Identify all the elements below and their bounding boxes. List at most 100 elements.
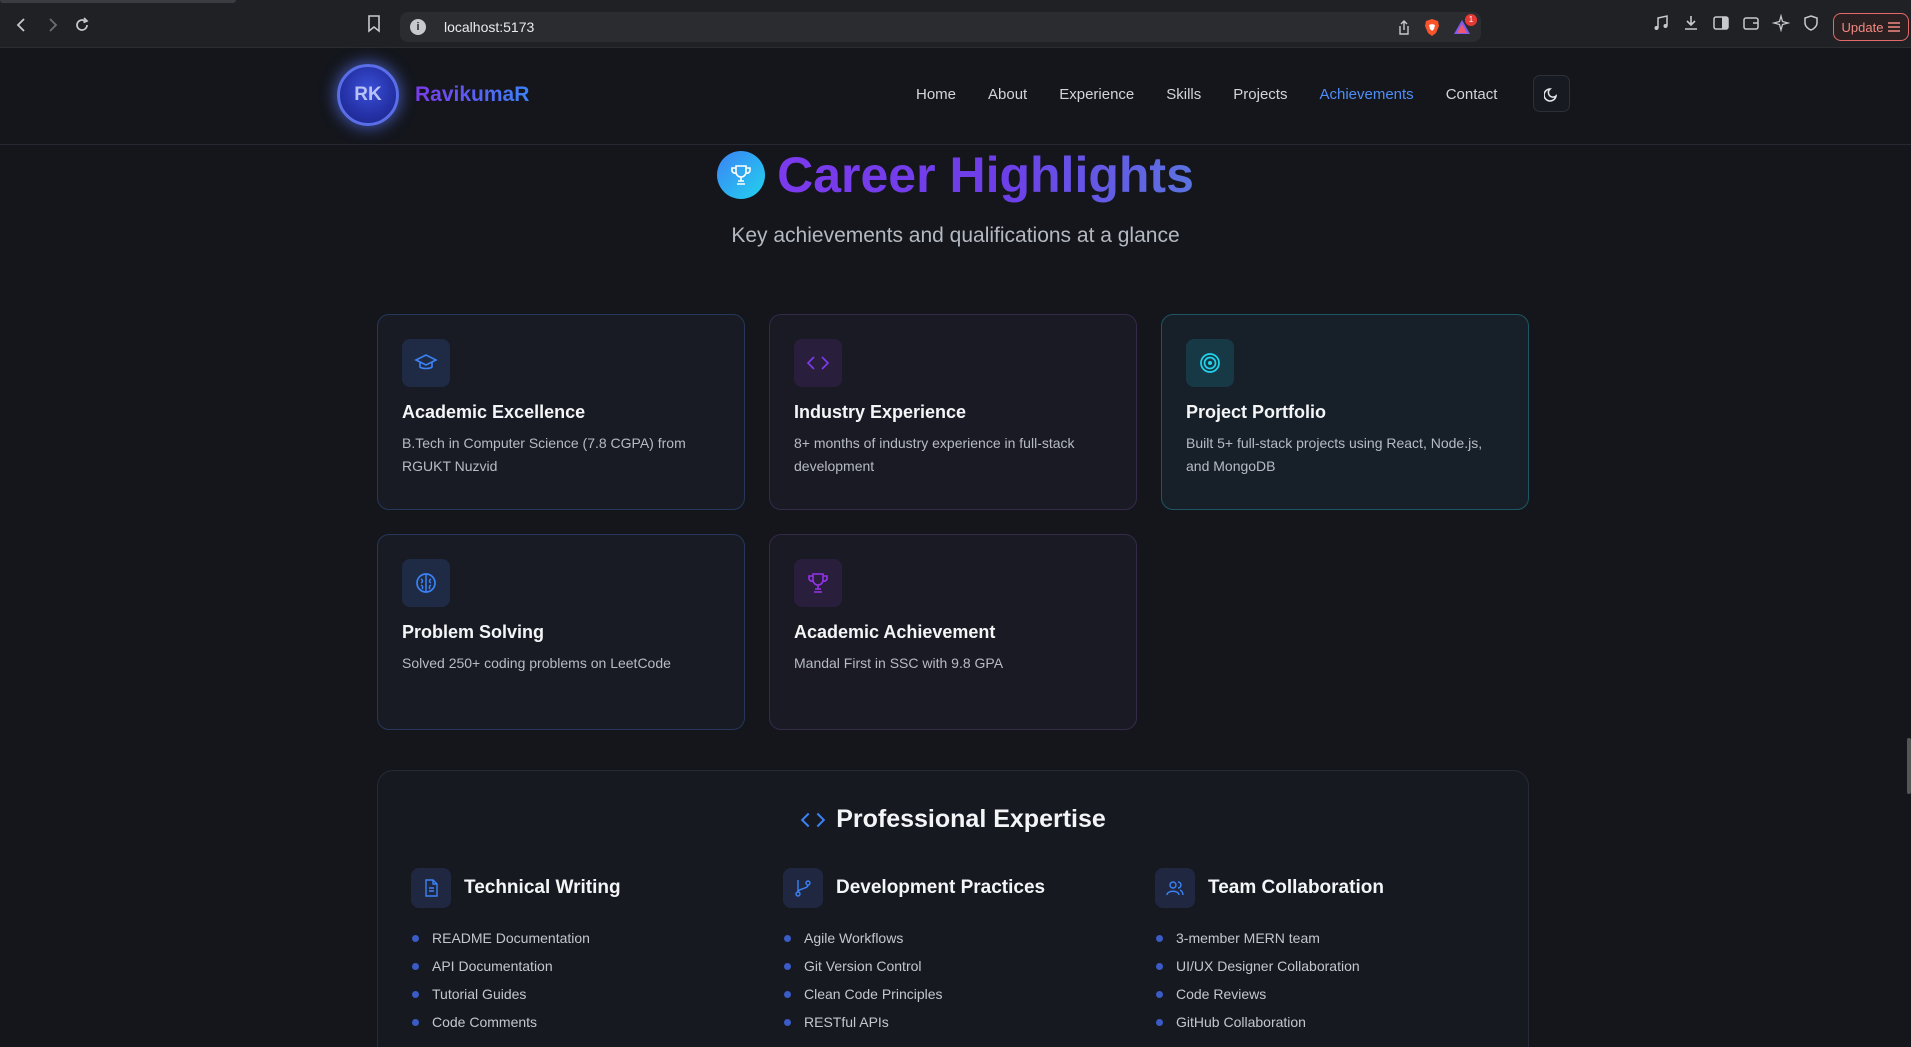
site-header: RK RavikumaR Home About Experience Skill… [0, 48, 1911, 145]
nav-link-experience[interactable]: Experience [1059, 86, 1134, 103]
update-label: Update [1841, 19, 1884, 35]
sidebar-icon[interactable] [1712, 14, 1730, 32]
expertise-column-team-collaboration: Team Collaboration 3-member MERN team UI… [1155, 868, 1485, 1036]
bullet [784, 1018, 791, 1026]
list-item: 3-member MERN team [1155, 924, 1485, 952]
users-icon [1166, 881, 1184, 896]
section-heading: Career Highlights [0, 145, 1911, 205]
media-icon[interactable] [1652, 14, 1670, 32]
column-title: Development Practices [836, 877, 1046, 898]
bookmark-button[interactable] [367, 15, 385, 35]
list-item-text: Code Reviews [1176, 986, 1267, 1002]
nav-link-home[interactable]: Home [916, 86, 956, 103]
back-arrow-icon [16, 18, 25, 32]
browser-tab[interactable] [0, 0, 236, 3]
bullet [1156, 962, 1163, 970]
wallet-icon[interactable] [1742, 14, 1760, 32]
column-icon-box [1155, 868, 1195, 908]
list-item-text: Tutorial Guides [432, 986, 527, 1002]
nav-link-skills[interactable]: Skills [1166, 86, 1201, 103]
skill-list: README Documentation API Documentation T… [411, 924, 741, 1036]
git-branch-icon [795, 880, 811, 897]
column-icon-box [783, 868, 823, 908]
bullet [412, 990, 419, 998]
skill-list: Agile Workflows Git Version Control Clea… [783, 924, 1113, 1036]
theme-toggle-button[interactable] [1533, 75, 1570, 112]
card-title: Project Portfolio [1186, 402, 1327, 422]
document-icon [425, 879, 438, 897]
page-subtitle: Key achievements and qualifications at a… [731, 224, 1180, 247]
highlight-card-problem-solving: Problem Solving Solved 250+ coding probl… [377, 534, 745, 730]
trophy-icon [731, 165, 751, 185]
bullet [784, 990, 791, 998]
nav-link-achievements[interactable]: Achievements [1319, 86, 1413, 103]
professional-expertise-section: Professional Expertise Technical Writing… [377, 770, 1529, 1047]
expertise-column-development-practices: Development Practices Agile Workflows Gi… [783, 868, 1113, 1036]
bookmark-icon [368, 15, 380, 33]
list-item-text: RESTful APIs [804, 1014, 889, 1030]
bullet [784, 934, 791, 942]
highlight-card-academic-achievement: Academic Achievement Mandal First in SSC… [769, 534, 1137, 730]
card-title: Problem Solving [402, 622, 545, 642]
bullet [412, 1018, 419, 1026]
card-icon-box [794, 559, 842, 607]
card-icon-box [402, 339, 450, 387]
list-item: Code Reviews [1155, 980, 1485, 1008]
list-item-text: Agile Workflows [804, 930, 904, 946]
column-title: Technical Writing [464, 877, 621, 898]
downloads-icon[interactable] [1682, 14, 1700, 32]
card-title: Academic Excellence [402, 402, 586, 422]
bullet [1156, 990, 1163, 998]
address-bar[interactable]: i localhost:5173 1 [400, 12, 1481, 42]
list-item: API Documentation [411, 952, 741, 980]
list-item: Agile Workflows [783, 924, 1113, 952]
bullet [412, 934, 419, 942]
forward-arrow-icon [49, 18, 58, 32]
list-item-text: Code Comments [432, 1014, 538, 1030]
highlight-card-project-portfolio: Project Portfolio Built 5+ full-stack pr… [1161, 314, 1529, 510]
list-item-text: 3-member MERN team [1176, 930, 1320, 946]
moon-icon [1543, 87, 1557, 102]
card-icon-box [794, 339, 842, 387]
card-description: Mandal First in SSC with 9.8 GPA [794, 655, 1004, 671]
trophy-icon [808, 573, 828, 593]
share-icon[interactable] [1397, 19, 1411, 36]
nav-link-contact[interactable]: Contact [1446, 86, 1498, 103]
card-title: Industry Experience [794, 402, 967, 422]
list-item: RESTful APIs [783, 1008, 1113, 1036]
nav-link-about[interactable]: About [988, 86, 1027, 103]
browser-toolbar: i localhost:5173 1 Update [0, 0, 1911, 48]
expertise-column-technical-writing: Technical Writing README Documentation A… [411, 868, 741, 1036]
site-info-icon[interactable]: i [410, 19, 426, 35]
url-text[interactable]: localhost:5173 [444, 19, 534, 35]
list-item-text: Git Version Control [804, 958, 922, 974]
list-item-text: UI/UX Designer Collaboration [1176, 958, 1360, 974]
card-icon-box [1186, 339, 1234, 387]
brave-shields-icon[interactable] [1423, 18, 1441, 37]
page-title: Career Highlights [777, 147, 1194, 203]
list-item-text: GitHub Collaboration [1176, 1014, 1306, 1030]
list-item: GitHub Collaboration [1155, 1008, 1485, 1036]
page-scrollbar[interactable] [1907, 738, 1911, 794]
logo-name: RavikumaR [415, 83, 530, 106]
menu-icon [1888, 22, 1901, 32]
back-button[interactable] [11, 14, 33, 36]
nav-link-projects[interactable]: Projects [1233, 86, 1287, 103]
site-logo[interactable]: RK RavikumaR [337, 64, 529, 126]
list-item: UI/UX Designer Collaboration [1155, 952, 1485, 980]
main-nav: Home About Experience Skills Projects Ac… [916, 86, 1497, 103]
brave-rewards-button[interactable]: 1 [1453, 13, 1477, 37]
reload-icon [76, 17, 89, 31]
skill-list: 3-member MERN team UI/UX Designer Collab… [1155, 924, 1485, 1036]
update-button[interactable]: Update [1833, 13, 1909, 41]
card-icon-box [402, 559, 450, 607]
column-icon-box [411, 868, 451, 908]
forward-button[interactable] [41, 14, 63, 36]
rewards-badge: 1 [1465, 13, 1477, 26]
reload-button[interactable] [71, 14, 93, 36]
vpn-shield-icon[interactable] [1802, 14, 1820, 32]
card-title: Academic Achievement [794, 622, 996, 642]
graduation-cap-icon [414, 354, 438, 370]
leo-ai-icon[interactable] [1772, 14, 1790, 32]
bullet [412, 962, 419, 970]
